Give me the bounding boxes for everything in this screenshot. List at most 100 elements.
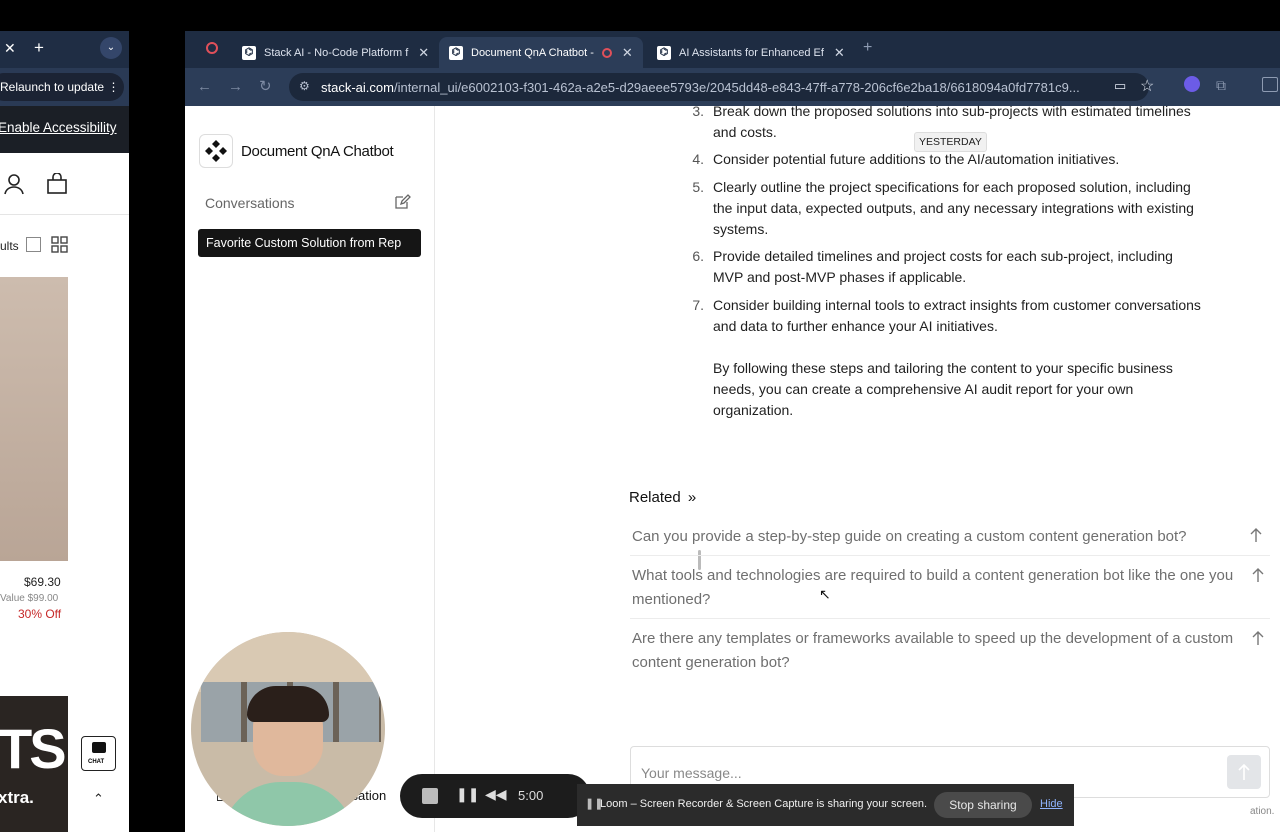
send-arrow-icon [1238,763,1250,780]
arrow-up-icon[interactable] [1251,630,1265,646]
list-text: Consider building internal tools to extr… [713,297,1201,334]
recording-dot-icon [601,47,612,58]
site-settings-icon[interactable]: ⚙ [299,79,310,93]
loom-controls: ❚❚ ◀◀ 5:00 [400,774,590,818]
screen-share-banner: ❚❚ Loom – Screen Recorder & Screen Captu… [577,784,1074,826]
recording-indicator-icon [206,42,218,54]
list-text: Provide detailed timelines and project c… [713,248,1173,285]
chat-label: CHAT [88,759,105,765]
background-tabbar: ✕ + ⌄ [0,31,129,68]
webcam-bubble[interactable] [191,632,385,826]
stack-ai-favicon-icon: ⌬ [242,45,256,60]
promo-text: TS [0,717,67,780]
relaunch-label: Relaunch to update [0,80,105,94]
account-icon[interactable] [4,173,24,195]
background-browser-window: ✕ + ⌄ Relaunch to update ⋮ Enable Access… [0,31,129,832]
closing-paragraph: By following these steps and tailoring t… [713,360,1173,418]
tab-close-icon[interactable]: ✕ [834,45,845,61]
url-domain: stack-ai.com [321,79,394,95]
tab-ai-assistants[interactable]: ⌬ AI Assistants for Enhanced Ef ✕ [647,37,847,68]
arrow-up-icon[interactable] [1251,567,1265,583]
site-header [0,153,129,215]
list-text: Consider potential future additions to t… [713,151,1120,167]
chat-bubble-icon [92,742,106,753]
product-discount: 30% Off [18,607,62,621]
accessibility-bar: Enable Accessibility [0,106,129,153]
chat-widget-button[interactable]: CHAT [81,736,116,771]
tab-label: Stack AI - No-Code Platform f [264,46,409,59]
results-text: ults [0,239,19,253]
tab-close-icon[interactable]: ✕ [622,45,633,61]
message-input[interactable] [641,762,1201,784]
app-title: Document QnA Chatbot [241,143,394,160]
double-chevron-right-icon: » [687,489,697,506]
divider [630,555,1270,556]
promo-banner[interactable]: TS xtra. [0,696,68,832]
new-tab-icon[interactable]: + [34,38,44,58]
hide-link[interactable]: Hide [1040,798,1063,810]
new-conversation-edit-icon[interactable] [393,193,411,211]
product-image[interactable] [0,277,68,561]
tab-stack-ai[interactable]: ⌬ Stack AI - No-Code Platform f ✕ [232,37,432,68]
side-panel-icon[interactable] [1262,77,1278,92]
list-number: 4. [692,151,704,167]
stack-ai-favicon-icon: ⌬ [449,45,463,60]
send-button[interactable] [1227,755,1261,789]
stop-recording-icon[interactable] [422,788,438,804]
extensions-puzzle-icon[interactable]: ⧉ [1216,77,1226,94]
stack-ai-favicon-icon: ⌬ [657,45,671,60]
list-number: 7. [692,297,704,313]
stack-ai-logo-icon [205,140,227,162]
more-icon: ⋮ [107,80,120,94]
related-label: Related [629,489,681,506]
extension-icon[interactable] [1184,76,1200,92]
close-icon[interactable]: ✕ [4,40,16,57]
back-icon[interactable]: ← [197,78,212,95]
related-heading: Related » [629,489,696,506]
webcam-hair [247,686,329,722]
related-question[interactable]: Can you provide a step-by-step guide on … [632,525,1242,549]
results-toolbar: ults [0,236,129,256]
list-number: 3. [692,103,704,119]
address-bar[interactable]: ⚙ stack-ai.com/internal_ui/e6002103-f301… [289,73,1149,101]
tab-label: AI Assistants for Enhanced Ef [679,46,824,59]
new-tab-icon[interactable]: + [863,39,872,57]
bookmark-star-icon[interactable]: ☆ [1140,76,1154,96]
promo-subtext: xtra. [0,788,34,807]
product-value: Value $99.00 [0,593,59,604]
tab-close-icon[interactable]: ✕ [418,45,429,61]
pause-icon[interactable]: ❚❚ [456,786,479,803]
tab-bar: ⌬ Stack AI - No-Code Platform f ✕ ⌬ Docu… [185,31,1280,68]
footer-note: ation. [1250,806,1275,817]
grid-view-icon[interactable] [51,236,69,254]
recording-timer: 5:00 [518,788,544,803]
tab-label: Document QnA Chatbot - [471,46,594,59]
mouse-cursor-icon: ↖ [819,586,831,602]
relaunch-button[interactable]: Relaunch to update ⋮ [0,73,124,101]
related-question[interactable]: What tools and technologies are required… [632,564,1242,612]
list-number: 5. [692,179,704,195]
enable-accessibility-link[interactable]: Enable Accessibility [0,120,117,135]
stop-sharing-button[interactable]: Stop sharing [934,792,1032,818]
related-question[interactable]: Are there any templates or frameworks av… [632,627,1242,675]
product-price: $69.30 [24,575,61,589]
chat-panel: 3. Break down the proposed solutions int… [436,103,1280,832]
list-text: Clearly outline the project specificatio… [713,179,1194,237]
share-message: Loom – Screen Recorder & Screen Capture … [600,798,928,810]
forward-icon[interactable]: → [228,78,243,95]
scroll-top-icon[interactable]: ⌃ [93,791,104,807]
arrow-up-icon[interactable] [1249,527,1263,543]
camera-icon[interactable]: ▭ [1114,78,1126,94]
webcam-shirt [221,782,355,826]
conversation-item[interactable]: Favorite Custom Solution from Rep [198,229,421,257]
list-number: 6. [692,248,704,264]
stack-ai-logo [199,134,233,168]
tab-document-qna[interactable]: ⌬ Document QnA Chatbot - ✕ [439,37,643,68]
background-toolbar: Relaunch to update ⋮ [0,68,129,106]
single-view-toggle[interactable] [26,237,41,252]
url-path: /internal_ui/e6002103-f301-462a-a2e5-d29… [393,79,1080,95]
rewind-icon[interactable]: ◀◀ [485,786,507,803]
reload-icon[interactable]: ↻ [259,77,272,95]
cart-icon[interactable] [46,173,68,195]
tab-search-icon[interactable]: ⌄ [100,37,122,59]
